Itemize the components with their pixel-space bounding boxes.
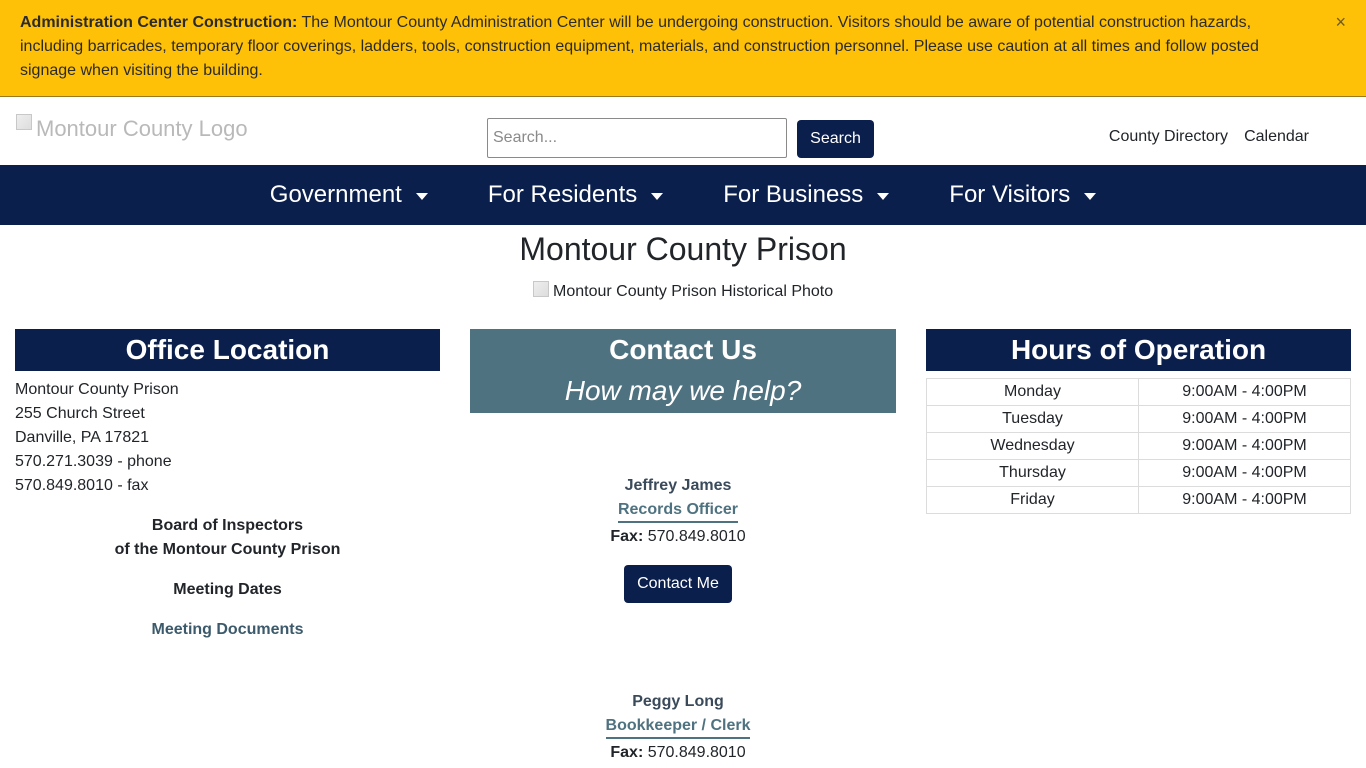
person-fax: Fax: 570.849.8010	[470, 525, 886, 549]
address-line: 255 Church Street	[15, 405, 145, 422]
county-logo[interactable]: Montour County Logo	[16, 114, 276, 144]
caret-down-icon	[877, 192, 890, 200]
nav-label: For Residents	[487, 181, 638, 208]
person-role-link[interactable]: Bookkeeper / Clerk	[605, 715, 751, 739]
contact-subtitle: How may we help?	[564, 375, 802, 406]
calendar-link[interactable]: Calendar	[1244, 128, 1309, 146]
person-fax: Fax: 570.849.8010	[470, 741, 886, 765]
fax-line: 570.849.8010 - fax	[15, 477, 149, 494]
phone-line: 570.271.3039 - phone	[15, 453, 172, 470]
time-cell: 9:00AM - 4:00PM	[1138, 432, 1351, 460]
time-cell: 9:00AM - 4:00PM	[1138, 459, 1351, 487]
nav-label: Government	[269, 181, 402, 208]
nav-label: For Visitors	[949, 181, 1071, 208]
alert-title: Administration Center Construction:	[20, 14, 298, 31]
main-nav: Government For Residents For Business Fo…	[0, 165, 1366, 225]
header-links: County Directory Calendar	[1109, 128, 1309, 146]
time-cell: 9:00AM - 4:00PM	[1138, 486, 1351, 514]
logo-alt-text: Montour County Logo	[36, 116, 248, 141]
nav-for-residents[interactable]: For Residents	[458, 181, 693, 209]
time-cell: 9:00AM - 4:00PM	[1138, 405, 1351, 433]
caret-down-icon	[651, 192, 664, 200]
address-line: Montour County Prison	[15, 381, 179, 398]
construction-alert: Administration Center Construction: The …	[0, 0, 1366, 97]
nav-label: For Business	[723, 181, 864, 208]
fax-number: 570.849.8010	[643, 744, 746, 761]
day-cell: Thursday	[926, 459, 1139, 487]
prison-historical-photo: Montour County Prison Historical Photo	[533, 281, 833, 303]
address-line: Danville, PA 17821	[15, 429, 150, 446]
table-row: Tuesday 9:00AM - 4:00PM	[926, 405, 1351, 433]
nav-for-business[interactable]: For Business	[693, 181, 919, 209]
fax-number: 570.849.8010	[643, 528, 746, 545]
person-name: Jeffrey James	[624, 477, 732, 494]
meeting-dates: Meeting Dates	[173, 581, 282, 598]
broken-image-icon	[533, 281, 549, 297]
office-location-heading: Office Location	[15, 329, 440, 371]
nav-for-visitors[interactable]: For Visitors	[919, 181, 1126, 209]
meeting-documents-link[interactable]: Meeting Documents	[15, 618, 440, 642]
page-title: Montour County Prison	[519, 231, 847, 267]
fax-label: Fax:	[610, 744, 644, 761]
table-row: Wednesday 9:00AM - 4:00PM	[926, 432, 1351, 460]
table-row: Friday 9:00AM - 4:00PM	[926, 486, 1351, 514]
day-cell: Monday	[926, 378, 1139, 406]
close-icon[interactable]: ×	[1335, 13, 1346, 31]
photo-alt-text: Montour County Prison Historical Photo	[553, 283, 834, 300]
board-of-inspectors: Board of Inspectors of the Montour Count…	[15, 514, 440, 562]
contact-person: Jeffrey James Records Officer Fax: 570.8…	[470, 474, 886, 549]
day-cell: Tuesday	[926, 405, 1139, 433]
time-cell: 9:00AM - 4:00PM	[1138, 378, 1351, 406]
office-address: Montour County Prison 255 Church Street …	[15, 378, 440, 498]
fax-label: Fax:	[610, 528, 644, 545]
broken-image-icon	[16, 114, 32, 130]
hours-heading: Hours of Operation	[926, 329, 1351, 371]
day-cell: Wednesday	[926, 432, 1139, 460]
search-input[interactable]	[487, 118, 787, 158]
caret-down-icon	[1084, 192, 1097, 200]
county-directory-link[interactable]: County Directory	[1109, 128, 1228, 146]
table-row: Thursday 9:00AM - 4:00PM	[926, 459, 1351, 487]
day-cell: Friday	[926, 486, 1139, 514]
board-line: of the Montour County Prison	[114, 541, 341, 558]
table-row: Monday 9:00AM - 4:00PM	[926, 378, 1351, 406]
caret-down-icon	[415, 192, 428, 200]
contact-me-button[interactable]: Contact Me	[624, 565, 732, 603]
contact-title: Contact Us	[609, 334, 757, 365]
search-button[interactable]: Search	[797, 120, 874, 158]
board-line: Board of Inspectors	[151, 517, 304, 534]
contact-person: Peggy Long Bookkeeper / Clerk Fax: 570.8…	[470, 690, 886, 765]
person-name: Peggy Long	[632, 693, 724, 710]
contact-us-heading: Contact Us How may we help?	[470, 329, 896, 413]
hours-table: Monday 9:00AM - 4:00PM Tuesday 9:00AM - 4:…	[926, 378, 1351, 514]
person-role-link[interactable]: Records Officer	[617, 499, 739, 523]
nav-government[interactable]: Government	[240, 181, 458, 209]
